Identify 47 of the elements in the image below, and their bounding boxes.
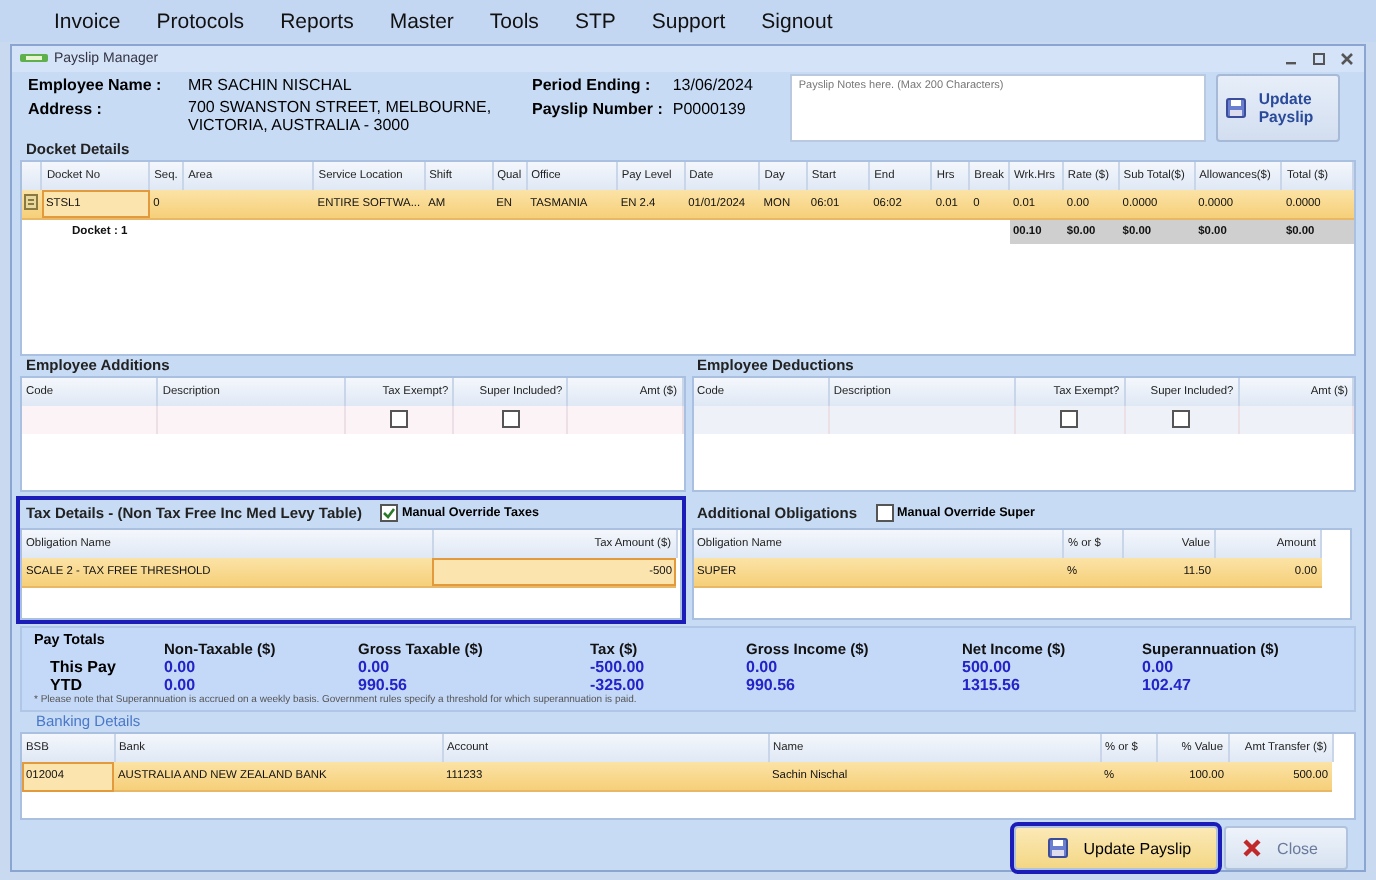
row-label: YTD: [48, 675, 84, 694]
row-label: This Pay: [48, 657, 118, 676]
close-icon: [1340, 51, 1354, 66]
menu-item[interactable]: Support: [633, 9, 744, 33]
menu-item[interactable]: Protocols: [138, 9, 263, 33]
update-button[interactable]: Update Payslip: [1013, 826, 1218, 870]
total-value: 0.00: [1142, 657, 1176, 676]
total-value: 102.47: [1142, 675, 1193, 694]
field-value: 13/06/2024: [672, 73, 755, 98]
field-label: Payslip Number :: [532, 97, 663, 122]
menu-item[interactable]: STP: [556, 9, 634, 33]
total-value: 0.00: [164, 675, 198, 694]
total-value: 500.00: [962, 657, 1013, 676]
checkbox[interactable]: [389, 410, 408, 429]
total-value: 0.00: [164, 657, 198, 676]
save-icon: [1226, 97, 1247, 118]
maximize-icon: [1312, 51, 1326, 66]
menu-item[interactable]: Master: [371, 9, 472, 33]
checkbox[interactable]: [875, 504, 893, 523]
close-button[interactable]: Close: [1223, 826, 1348, 870]
total-value: -325.00: [590, 675, 647, 694]
total-value: 990.56: [358, 675, 409, 694]
menu-item[interactable]: Reports: [262, 9, 372, 33]
menu-item[interactable]: Tools: [471, 9, 557, 33]
app-icon: [20, 52, 48, 65]
field-value: VICTORIA, AUSTRALIA - 3000: [188, 115, 412, 134]
close-icon: [1241, 838, 1262, 858]
field-value: 700 SWANSTON STREET, MELBOURNE,: [188, 97, 494, 116]
field-value: MR SACHIN NISCHAL: [188, 73, 354, 98]
field-label: Period Ending :: [532, 73, 653, 98]
checkbox[interactable]: [1172, 410, 1191, 429]
total-value: 1315.56: [962, 675, 1022, 694]
menu-item[interactable]: Invoice: [36, 9, 139, 33]
total-value: 0.00: [358, 657, 392, 676]
total-value: 990.56: [746, 675, 797, 694]
save-icon: [1047, 838, 1068, 858]
field-value: P0000139: [672, 97, 748, 122]
document-icon: [24, 193, 38, 210]
field-label: Employee Name :: [28, 73, 164, 98]
checkbox[interactable]: [501, 410, 520, 429]
total-value: 0.00: [746, 657, 780, 676]
field-label: Address :: [28, 97, 104, 122]
check-icon: [381, 506, 396, 521]
checkbox[interactable]: [379, 504, 398, 523]
checkbox[interactable]: [1060, 410, 1079, 429]
total-value: -500.00: [590, 657, 647, 676]
menu-item[interactable]: Signout: [743, 9, 851, 33]
